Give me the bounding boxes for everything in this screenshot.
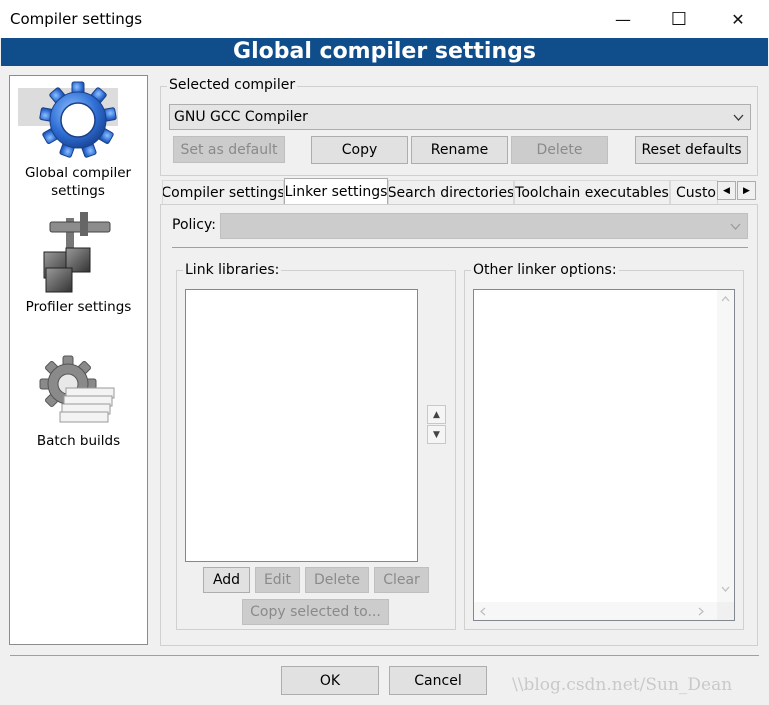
ok-button[interactable]: OK [281,666,379,695]
window-title: Compiler settings [10,10,143,28]
sidebar-item-label: Profiler settings [25,299,132,315]
scrollbar-corner [717,602,734,620]
copy-selected-to-button[interactable]: Copy selected to... [242,599,389,625]
gear-icon [39,81,117,158]
arrow-right-icon: ▶ [743,185,750,196]
separator [172,247,748,248]
profiler-icon [43,212,111,293]
minimize-button[interactable]: — [595,0,651,38]
tab-scroll-right-button[interactable]: ▶ [737,181,756,200]
close-icon: ✕ [731,9,745,29]
arrow-down-icon: ▼ [433,429,440,440]
vertical-scrollbar[interactable] [717,290,734,602]
sidebar-item-label: Global compiler [24,165,132,181]
maximize-button[interactable]: ☐ [651,0,707,38]
link-libraries-list[interactable] [185,289,418,562]
watermark: \\blog.csdn.net/Sun_Dean [512,675,733,695]
delete-library-button[interactable]: Delete [305,567,369,593]
edit-library-button[interactable]: Edit [255,567,300,593]
copy-compiler-button[interactable]: Copy [311,136,408,164]
tab-compiler-settings[interactable]: Compiler settings [162,180,284,204]
scroll-down-icon [721,586,730,592]
clear-libraries-button[interactable]: Clear [374,567,429,593]
add-library-button[interactable]: Add [203,567,250,593]
tab-toolchain-executables[interactable]: Toolchain executables [514,180,670,204]
tab-custom[interactable]: Custom [670,180,718,204]
rename-compiler-button[interactable]: Rename [411,136,508,164]
tab-search-directories[interactable]: Search directories [388,180,514,204]
horizontal-scrollbar[interactable] [474,602,717,620]
sidebar-item-label: settings [51,183,105,199]
cancel-button[interactable]: Cancel [389,666,487,695]
footer-separator [10,655,759,656]
chevron-down-icon [730,223,741,230]
set-as-default-button[interactable]: Set as default [173,136,285,163]
arrow-left-icon: ◀ [723,185,730,196]
scroll-left-icon [480,607,486,616]
move-down-button[interactable]: ▼ [427,425,446,444]
arrow-up-icon: ▲ [433,409,440,420]
policy-select[interactable] [220,213,748,239]
scroll-up-icon [721,296,730,302]
sidebar-item-batch-builds[interactable]: Batch builds [10,352,147,462]
move-up-button[interactable]: ▲ [427,405,446,424]
close-button[interactable]: ✕ [710,0,766,38]
maximize-icon: ☐ [670,8,688,30]
sidebar-item-global-compiler[interactable]: Global compiler settings [18,80,138,202]
compiler-select-value: GNU GCC Compiler [174,109,308,125]
sidebar-item-label: Batch builds [36,433,121,449]
tab-linker-settings[interactable]: Linker settings [284,178,388,205]
delete-compiler-button[interactable]: Delete [511,136,608,164]
link-libraries-label: Link libraries: [183,262,282,278]
minimize-icon: — [615,9,631,29]
batch-builds-icon [39,355,115,423]
chevron-down-icon [733,114,744,121]
other-linker-options-label: Other linker options: [471,262,619,278]
policy-label: Policy: [172,217,216,233]
compiler-select[interactable]: GNU GCC Compiler [169,104,751,130]
page-banner: Global compiler settings [1,38,768,66]
other-linker-options-textarea[interactable] [473,289,735,621]
tab-scroll-left-button[interactable]: ◀ [717,181,736,200]
scroll-right-icon [698,607,704,616]
sidebar-item-profiler[interactable]: Profiler settings [10,212,147,322]
reset-defaults-button[interactable]: Reset defaults [635,136,748,164]
selected-compiler-label: Selected compiler [167,77,298,93]
